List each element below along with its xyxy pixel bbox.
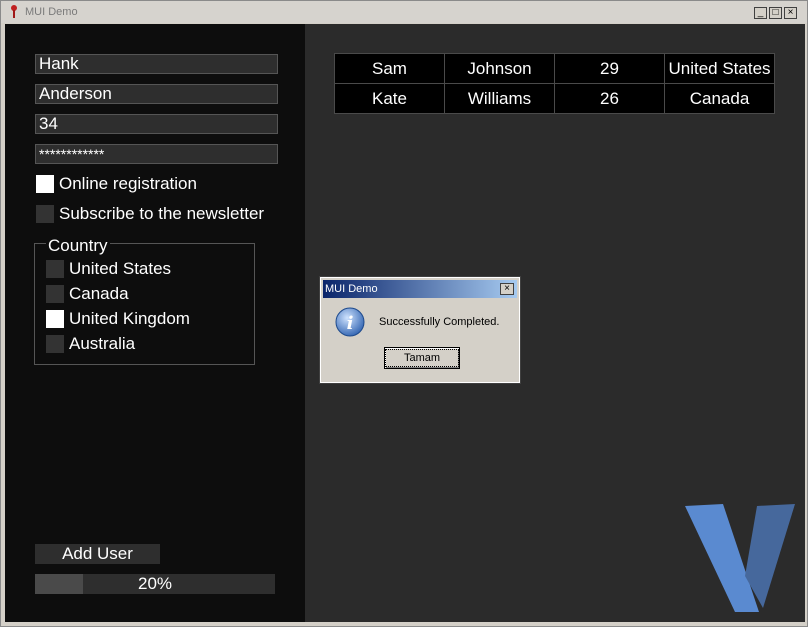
table-row[interactable]: Kate Williams 26 Canada: [334, 83, 775, 114]
table-cell: Johnson: [444, 53, 555, 84]
table-row[interactable]: Sam Johnson 29 United States: [334, 53, 775, 84]
country-label-australia: Australia: [69, 334, 136, 353]
country-group-title: Country: [46, 236, 110, 256]
newsletter-label: Subscribe to the newsletter: [59, 204, 265, 223]
table-cell: 26: [554, 83, 665, 114]
country-checkbox-united-states[interactable]: [46, 260, 64, 278]
table-cell: Kate: [334, 83, 445, 114]
ok-button[interactable]: Tamam: [384, 347, 460, 369]
table-cell: United States: [664, 53, 775, 84]
country-label-united-kingdom: United Kingdom: [69, 309, 190, 328]
window-title: MUI Demo: [25, 6, 78, 18]
last-name-field[interactable]: Anderson: [35, 84, 278, 104]
country-checkbox-canada[interactable]: [46, 285, 64, 303]
country-label-united-states: United States: [69, 259, 172, 278]
user-form-panel: Hank Anderson 34 ************ Online reg…: [5, 24, 305, 622]
country-checkbox-united-kingdom[interactable]: [46, 310, 64, 328]
country-label-canada: Canada: [69, 284, 129, 303]
newsletter-checkbox[interactable]: [36, 205, 54, 223]
dialog-title-bar[interactable]: MUI Demo ×: [323, 280, 517, 298]
age-field[interactable]: 34: [35, 114, 278, 134]
online-registration-label: Online registration: [59, 174, 197, 193]
progress-bar: 20%: [35, 574, 275, 594]
table-cell: Sam: [334, 53, 445, 84]
progress-text: 20%: [137, 574, 173, 593]
dialog-title: MUI Demo: [325, 283, 378, 295]
app-window: MUI Demo _ □ × Hank Anderson 34 ********…: [0, 0, 808, 627]
dialog-close-button[interactable]: ×: [500, 283, 514, 295]
minimize-button[interactable]: _: [754, 7, 767, 19]
first-name-field[interactable]: Hank: [35, 54, 278, 74]
table-cell: 29: [554, 53, 665, 84]
table-cell: Williams: [444, 83, 555, 114]
message-dialog: MUI Demo × i Successfully Completed. Tam…: [319, 276, 521, 384]
users-table: Sam Johnson 29 United States Kate Willia…: [334, 53, 775, 114]
information-glyph: i: [347, 313, 354, 334]
password-field[interactable]: ************: [35, 144, 278, 164]
online-registration-checkbox[interactable]: [36, 175, 54, 193]
v-logo-icon: [685, 504, 795, 612]
ok-button-label: Tamam: [384, 349, 460, 367]
dialog-message: Successfully Completed.: [379, 316, 500, 328]
table-cell: Canada: [664, 83, 775, 114]
country-checkbox-australia[interactable]: [46, 335, 64, 353]
add-user-button[interactable]: Add User: [35, 544, 160, 564]
close-button[interactable]: ×: [784, 7, 797, 19]
app-icon: [11, 5, 17, 18]
title-bar[interactable]: MUI Demo _ □ ×: [1, 1, 807, 23]
maximize-button[interactable]: □: [769, 7, 782, 19]
information-icon: i: [335, 307, 365, 337]
